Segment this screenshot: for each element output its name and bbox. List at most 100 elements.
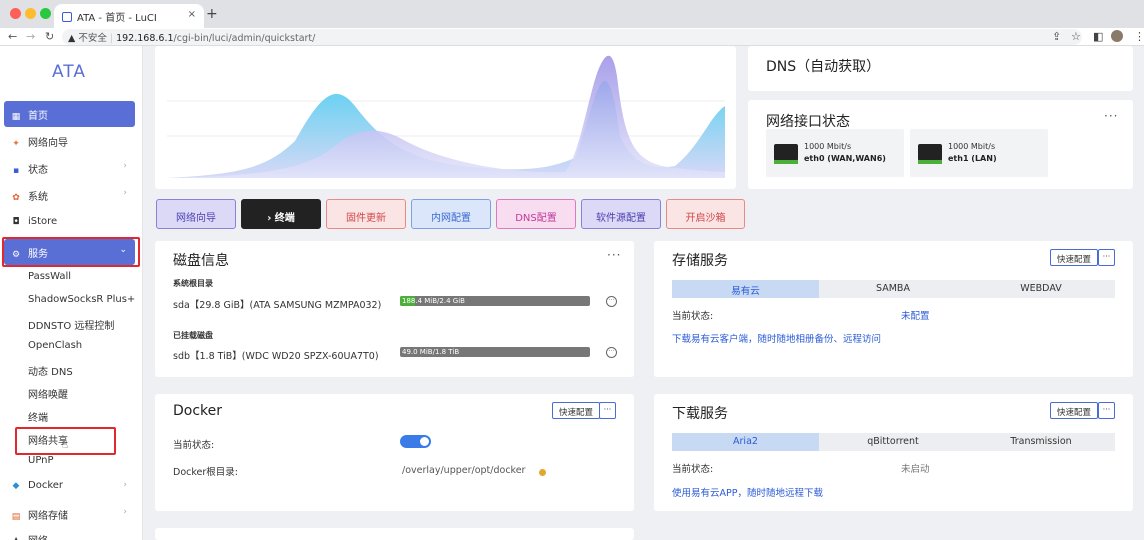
usage-text: 49.0 MiB/1.8 TiB [402,348,460,356]
system-disk-name: sda【29.8 GiB】(ATA SAMSUNG MZMPA032) [173,300,382,311]
download-quick-config-button[interactable]: 快速配置 [1050,402,1099,419]
more-options-icon[interactable]: ··· [1104,109,1118,123]
ethernet-port-icon [918,144,942,161]
sidebar-item-network-wizard[interactable]: ✦ 网络向导 [4,128,135,154]
quick-dns-config-button[interactable]: DNS配置 [496,199,576,229]
browser-tab[interactable]: ATA - 首页 - LuCI × [54,4,204,28]
usage-text: 188.4 MiB/2.4 GiB [402,297,465,305]
docker-card: Docker 快速配置 ··· 当前状态: Docker根目录: /overla… [155,394,634,511]
traffic-series-tx [167,55,725,178]
sidebar-item-home[interactable]: ▦ 首页 [4,101,135,127]
sidebar-item-docker[interactable]: ◆ Docker › [4,474,135,500]
system-disk-usage-bar: 188.4 MiB/2.4 GiB [400,296,590,306]
disk-more-icon[interactable]: ··· [606,347,617,358]
mouse-cursor-icon: ☝ [62,440,69,451]
profile-avatar[interactable] [1111,30,1123,42]
storage-state-value[interactable]: 未配置 [901,308,930,322]
sidebar-toggle-icon[interactable]: ◧ [1093,30,1103,43]
toggle-knob [420,437,429,446]
sidebar-item-label: 状态 [28,165,48,176]
more-options-icon[interactable]: ··· [599,402,616,419]
storage-state-label: 当前状态: [672,311,714,322]
submenu-ssr-plus[interactable]: ShadowSocksR Plus+ [28,294,135,305]
download-tab-transmission[interactable]: Transmission [967,433,1115,451]
traffic-chart [167,55,725,178]
status-icon: ▪ [12,166,20,176]
submenu-terminal[interactable]: 终端 [28,409,48,424]
docker-status-dot [539,469,546,476]
download-tab-qbittorrent[interactable]: qBittorrent [819,433,967,451]
dns-card: DNS（自动获取） [748,46,1133,91]
highlight-box-services [2,237,140,267]
submenu-ddns[interactable]: 动态 DNS [28,363,73,378]
more-options-icon[interactable]: ··· [607,248,621,262]
download-service-card: 下载服务 快速配置 ··· Aria2 qBittorrent Transmis… [654,394,1133,511]
share-icon[interactable]: ⇪ [1052,30,1061,43]
submenu-wol[interactable]: 网络唤醒 [28,386,68,401]
system-gear-icon: ✿ [12,193,20,203]
system-root-label: 系统根目录 [173,279,213,288]
tab-close-icon[interactable]: × [188,9,196,20]
quick-lan-config-button[interactable]: 内网配置 [411,199,491,229]
storage-download-link[interactable]: 下载易有云客户端，随时随地相册备份、远程访问 [672,331,881,345]
storage-tab-yiyouyun[interactable]: 易有云 [672,280,819,298]
forward-icon[interactable]: → [26,30,35,43]
sidebar-item-label: 网络存储 [28,511,68,522]
port-name: eth1 (LAN) [948,154,997,163]
sidebar-item-status[interactable]: ▪ 状态 › [4,155,135,181]
network-status-title: 网络接口状态 [766,114,850,130]
download-app-link[interactable]: 使用易有云APP，随时随地远程下载 [672,485,823,499]
minimize-window-button[interactable] [25,8,36,19]
submenu-upnp[interactable]: UPnP [28,455,54,466]
sidebar-item-system[interactable]: ✿ 系统 › [4,182,135,208]
storage-tab-samba[interactable]: SAMBA [819,280,967,298]
quick-terminal-button[interactable]: › 终端 [241,199,321,229]
more-options-icon[interactable]: ··· [1098,249,1115,266]
reload-icon[interactable]: ↻ [45,30,54,43]
more-options-icon[interactable]: ··· [1098,402,1115,419]
partial-card [155,528,634,540]
storage-tab-webdav[interactable]: WEBDAV [967,280,1115,298]
sidebar-item-istore[interactable]: ◘ iStore [4,210,135,236]
browser-menu-icon[interactable]: ⋮ [1134,30,1144,43]
chevron-right-icon: › [123,480,127,490]
quick-firmware-button[interactable]: 固件更新 [326,199,406,229]
sidebar-item-label: Docker [28,480,64,491]
docker-quick-config-button[interactable]: 快速配置 [552,402,601,419]
port-led [774,160,798,164]
network-wizard-icon: ✦ [12,139,20,149]
bookmark-star-icon[interactable]: ☆ [1071,30,1081,43]
chevron-right-icon: › [123,188,127,198]
sidebar-item-label: iStore [28,216,58,227]
storage-quick-config-button[interactable]: 快速配置 [1050,249,1099,266]
close-window-button[interactable] [10,8,21,19]
back-icon[interactable]: ← [8,30,17,43]
quick-software-source-button[interactable]: 软件源配置 [581,199,661,229]
insecure-label: 不安全 [78,33,107,44]
docker-enable-toggle[interactable] [400,435,431,448]
sidebar-item-label: 首页 [28,111,48,122]
storage-icon: ▤ [11,512,21,522]
sidebar-item-storage[interactable]: ▤ 网络存储 › [4,501,135,527]
docker-root-label: Docker根目录: [173,467,238,478]
url-host: 192.168.6.1 [116,33,174,44]
url-field[interactable]: ▲ 不安全 | 192.168.6.1/cgi-bin/luci/admin/q… [62,29,1082,45]
port-led [918,160,942,164]
maximize-window-button[interactable] [40,8,51,19]
quick-sandbox-button[interactable]: 开启沙箱 [666,199,745,229]
storage-title: 存储服务 [672,253,728,269]
sidebar-item-network[interactable]: ♟网络 [4,526,135,540]
submenu-ddnsto[interactable]: DDNSTO 远程控制 [28,317,114,332]
ethernet-port-icon [774,144,798,161]
url-path: /cgi-bin/luci/admin/quickstart/ [173,33,316,44]
new-tab-button[interactable]: + [206,6,218,22]
storage-service-card: 存储服务 快速配置 ··· 易有云 SAMBA WEBDAV 当前状态: 未配置… [654,241,1133,377]
sidebar-item-label: 网络向导 [28,138,68,149]
address-bar-row: ← → ↻ ▲ 不安全 | 192.168.6.1/cgi-bin/luci/a… [0,28,1144,46]
download-tab-aria2[interactable]: Aria2 [672,433,819,451]
quick-network-wizard-button[interactable]: 网络向导 [156,199,236,229]
submenu-openclash[interactable]: OpenClash [28,340,82,351]
disk-more-icon[interactable]: ··· [606,296,617,307]
mounted-disk-label: 已挂载磁盘 [173,331,213,340]
submenu-passwall[interactable]: PassWall [28,271,71,282]
